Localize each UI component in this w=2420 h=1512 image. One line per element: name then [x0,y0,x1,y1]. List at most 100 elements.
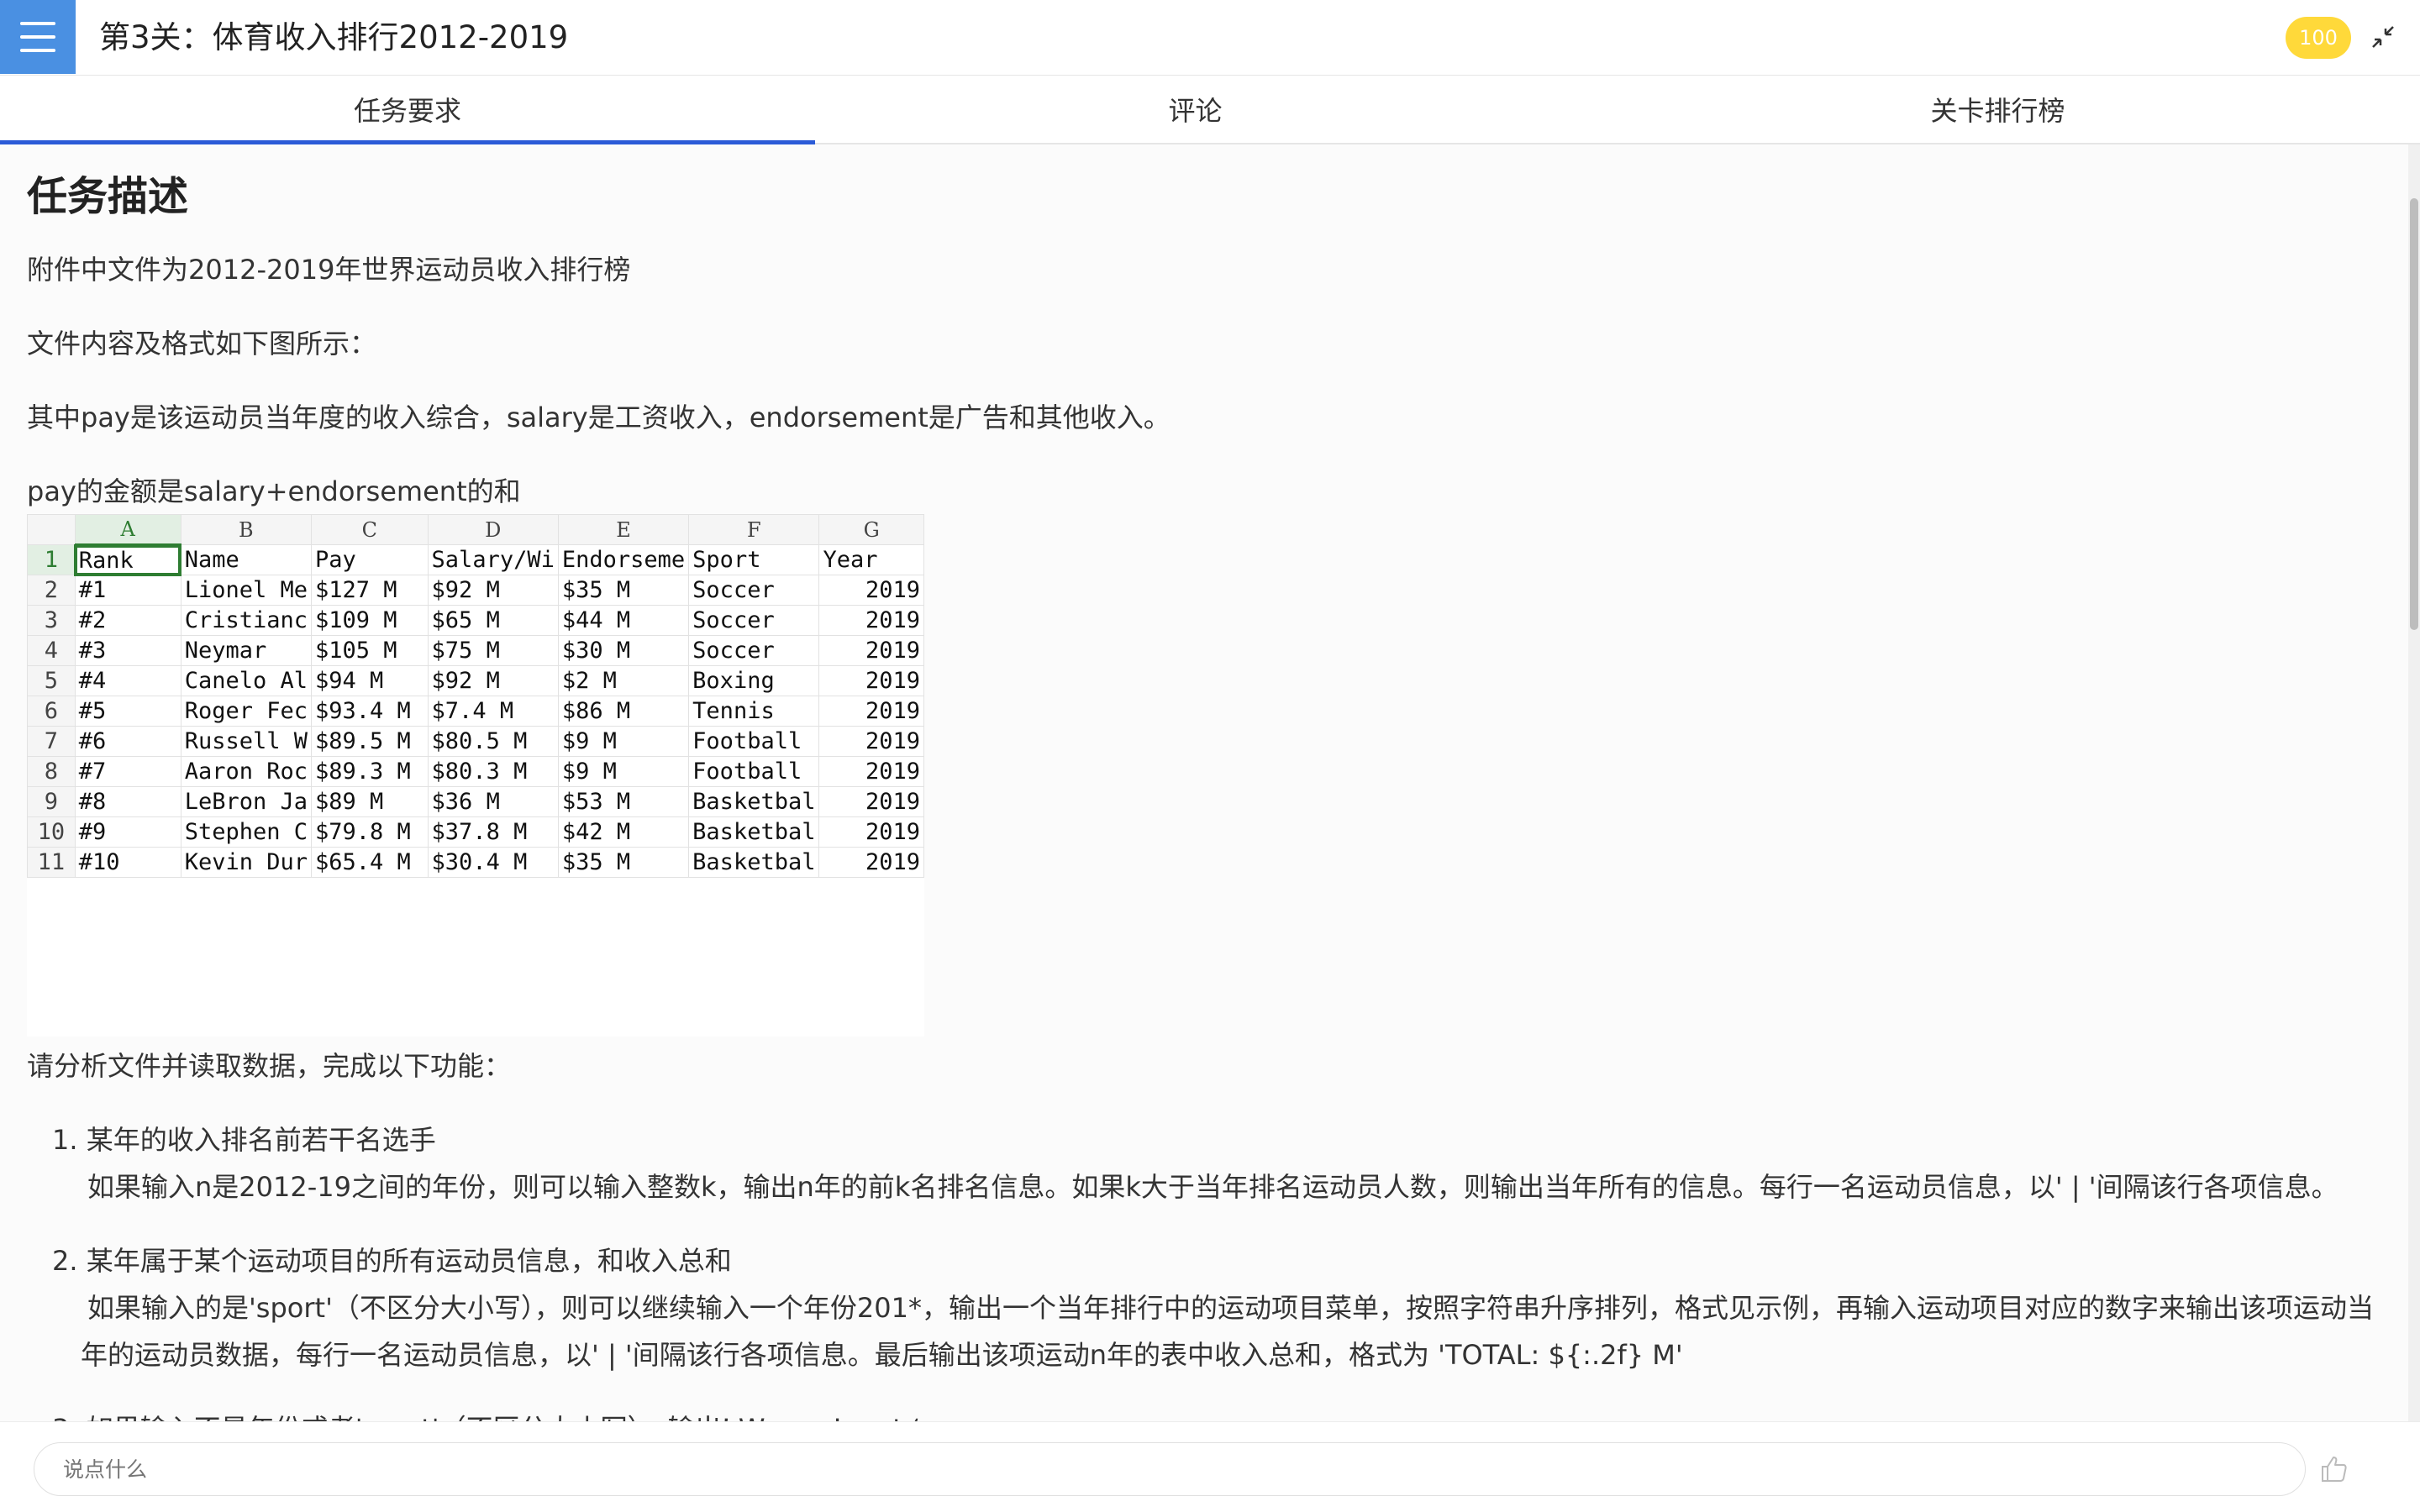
sheet-cell: $30 M [557,635,690,666]
sheet-column-letter: C [311,514,429,545]
sheet-cell: Basketbal [688,786,820,817]
sheet-cell: Aaron Roc [180,756,313,787]
sheet-cell: $75 M [427,635,559,666]
sheet-cell: Neymar [180,635,313,666]
sheet-cell: 2019 [818,756,924,787]
sheet-cell: $35 M [557,575,690,606]
sheet-header-cell: Pay [311,544,429,575]
sheet-cell: $127 M [311,575,429,606]
sheet-cell: Football [688,726,820,757]
analysis-paragraph: 请分析文件并读取数据，完成以下功能： [27,1050,512,1082]
sheet-cell: $53 M [557,786,690,817]
sheet-column-header-row: A B C D E F G [27,514,924,546]
sheet-cell: Basketbal [688,847,820,878]
sheet-cell: 2019 [818,786,924,817]
sheet-cell: Soccer [688,635,820,666]
requirement-1-description: 如果输入n是2012-19之间的年份，则可以输入整数k，输出n年的前k名排名信息… [87,1171,2338,1203]
sheet-cell: 2019 [818,635,924,666]
sheet-row-number: 11 [27,847,76,878]
tab-comments[interactable]: 评论 [815,76,1576,143]
sheet-cell: $80.3 M [427,756,559,787]
sheet-row-number: 10 [27,816,76,848]
sheet-data-row: 2 #1 Lionel Me $127 M $92 M $35 M Soccer 2019 [27,575,924,606]
sheet-cell: 2019 [818,816,924,848]
sheet-row-number: 5 [27,665,76,696]
sheet-cell: $92 M [427,665,559,696]
content-scrollbar-thumb[interactable] [2410,198,2418,630]
comment-bar [0,1421,2420,1512]
sheet-cell: $42 M [557,816,690,848]
sheet-cell: #7 [74,756,182,787]
tab-bar: 任务要求 评论 关卡排行榜 [0,76,2420,144]
sheet-header-cell: Sport [688,544,820,575]
sheet-column-letter: E [557,514,690,545]
page-title: 第3关：体育收入排行2012-2019 [99,19,569,55]
sheet-cell: Boxing [688,665,820,696]
sheet-cell: $105 M [311,635,429,666]
score-badge: 100 [2286,17,2351,59]
sheet-row-number: 8 [27,756,76,787]
sheet-cell: $93.4 M [311,696,429,727]
sheet-cell: #3 [74,635,182,666]
sheet-cell: $44 M [557,605,690,636]
sheet-cell: 2019 [818,605,924,636]
sheet-cell: $109 M [311,605,429,636]
sheet-cell: #1 [74,575,182,606]
tab-leaderboard[interactable]: 关卡排行榜 [1576,76,2420,143]
sheet-cell: #8 [74,786,182,817]
sheet-cell: $89.3 M [311,756,429,787]
intro-paragraph: 附件中文件为2012-2019年世界运动员收入排行榜 [27,254,631,286]
sheet-cell: Basketbal [688,816,820,848]
menu-button[interactable] [0,0,76,74]
sheet-cell: #10 [74,847,182,878]
sheet-data-row: 4 #3 Neymar $105 M $75 M $30 M Soccer 2019 [27,635,924,666]
sheet-cell: Russell W [180,726,313,757]
sheet-cell: $37.8 M [427,816,559,848]
sheet-header-cell: Year [818,544,924,575]
sheet-cell: 2019 [818,575,924,606]
sheet-cell: $89 M [311,786,429,817]
sheet-data-row: 9 #8 LeBron Ja $89 M $36 M $53 M Basketbal 2019 [27,786,924,817]
sheet-cell: #2 [74,605,182,636]
sheet-cell: Canelo Al [180,665,313,696]
sheet-cell: 2019 [818,847,924,878]
sheet-cell: $9 M [557,756,690,787]
spreadsheet-image: A B C D E F G 1 Rank Name Pay Salary/Wi … [27,514,924,1037]
sheet-cell: $89.5 M [311,726,429,757]
section-heading: 任务描述 [27,173,189,220]
requirement-2-title: 2. 某年属于某个运动项目的所有运动员信息，和收入总和 [52,1245,732,1277]
sheet-cell: Lionel Me [180,575,313,606]
sheet-cell: 2019 [818,665,924,696]
sheet-row-number: 3 [27,605,76,636]
sheet-cell: $36 M [427,786,559,817]
sheet-column-letter: F [688,514,820,545]
sheet-header-cell: Name [180,544,313,575]
sheet-cell: Soccer [688,575,820,606]
sheet-cell: $65.4 M [311,847,429,878]
sheet-column-letter: A [74,514,182,546]
fields-paragraph: 其中pay是该运动员当年度的收入综合，salary是工资收入，endorseme… [27,402,1171,433]
sheet-column-letter: D [427,514,559,545]
sheet-cell: $7.4 M [427,696,559,727]
tab-task-requirements[interactable]: 任务要求 [0,76,815,144]
thumbs-up-icon[interactable] [2317,1452,2351,1486]
sheet-cell: $2 M [557,665,690,696]
sheet-column-letter: G [818,514,924,545]
sheet-cell: LeBron Ja [180,786,313,817]
requirement-2-description-line1: 如果输入的是'sport'（不区分大小写），则可以继续输入一个年份201*，输出… [87,1292,2374,1324]
comment-input[interactable] [34,1442,2306,1496]
sheet-cell: Stephen C [180,816,313,848]
sheet-data-row: 5 #4 Canelo Al $94 M $92 M $2 M Boxing 2019 [27,665,924,696]
sheet-cell: #6 [74,726,182,757]
sheet-cell: #9 [74,816,182,848]
sheet-cell: $94 M [311,665,429,696]
sheet-cell: $65 M [427,605,559,636]
requirement-3-title: 3. 如果输入不是年份或者'sport'（不区分大小写），输出’ Wrong I… [52,1408,920,1421]
requirement-1-title: 1. 某年的收入排名前若干名选手 [52,1124,436,1156]
sheet-row-number: 1 [27,544,76,575]
sheet-data-row: 3 #2 Cristianc $109 M $65 M $44 M Soccer 2019 [27,605,924,636]
sheet-row-number: 4 [27,635,76,666]
collapse-arrows-icon[interactable] [2368,22,2398,52]
task-content: 任务描述 附件中文件为2012-2019年世界运动员收入排行榜 文件内容及格式如… [0,144,2408,1421]
sheet-cell: 2019 [818,726,924,757]
